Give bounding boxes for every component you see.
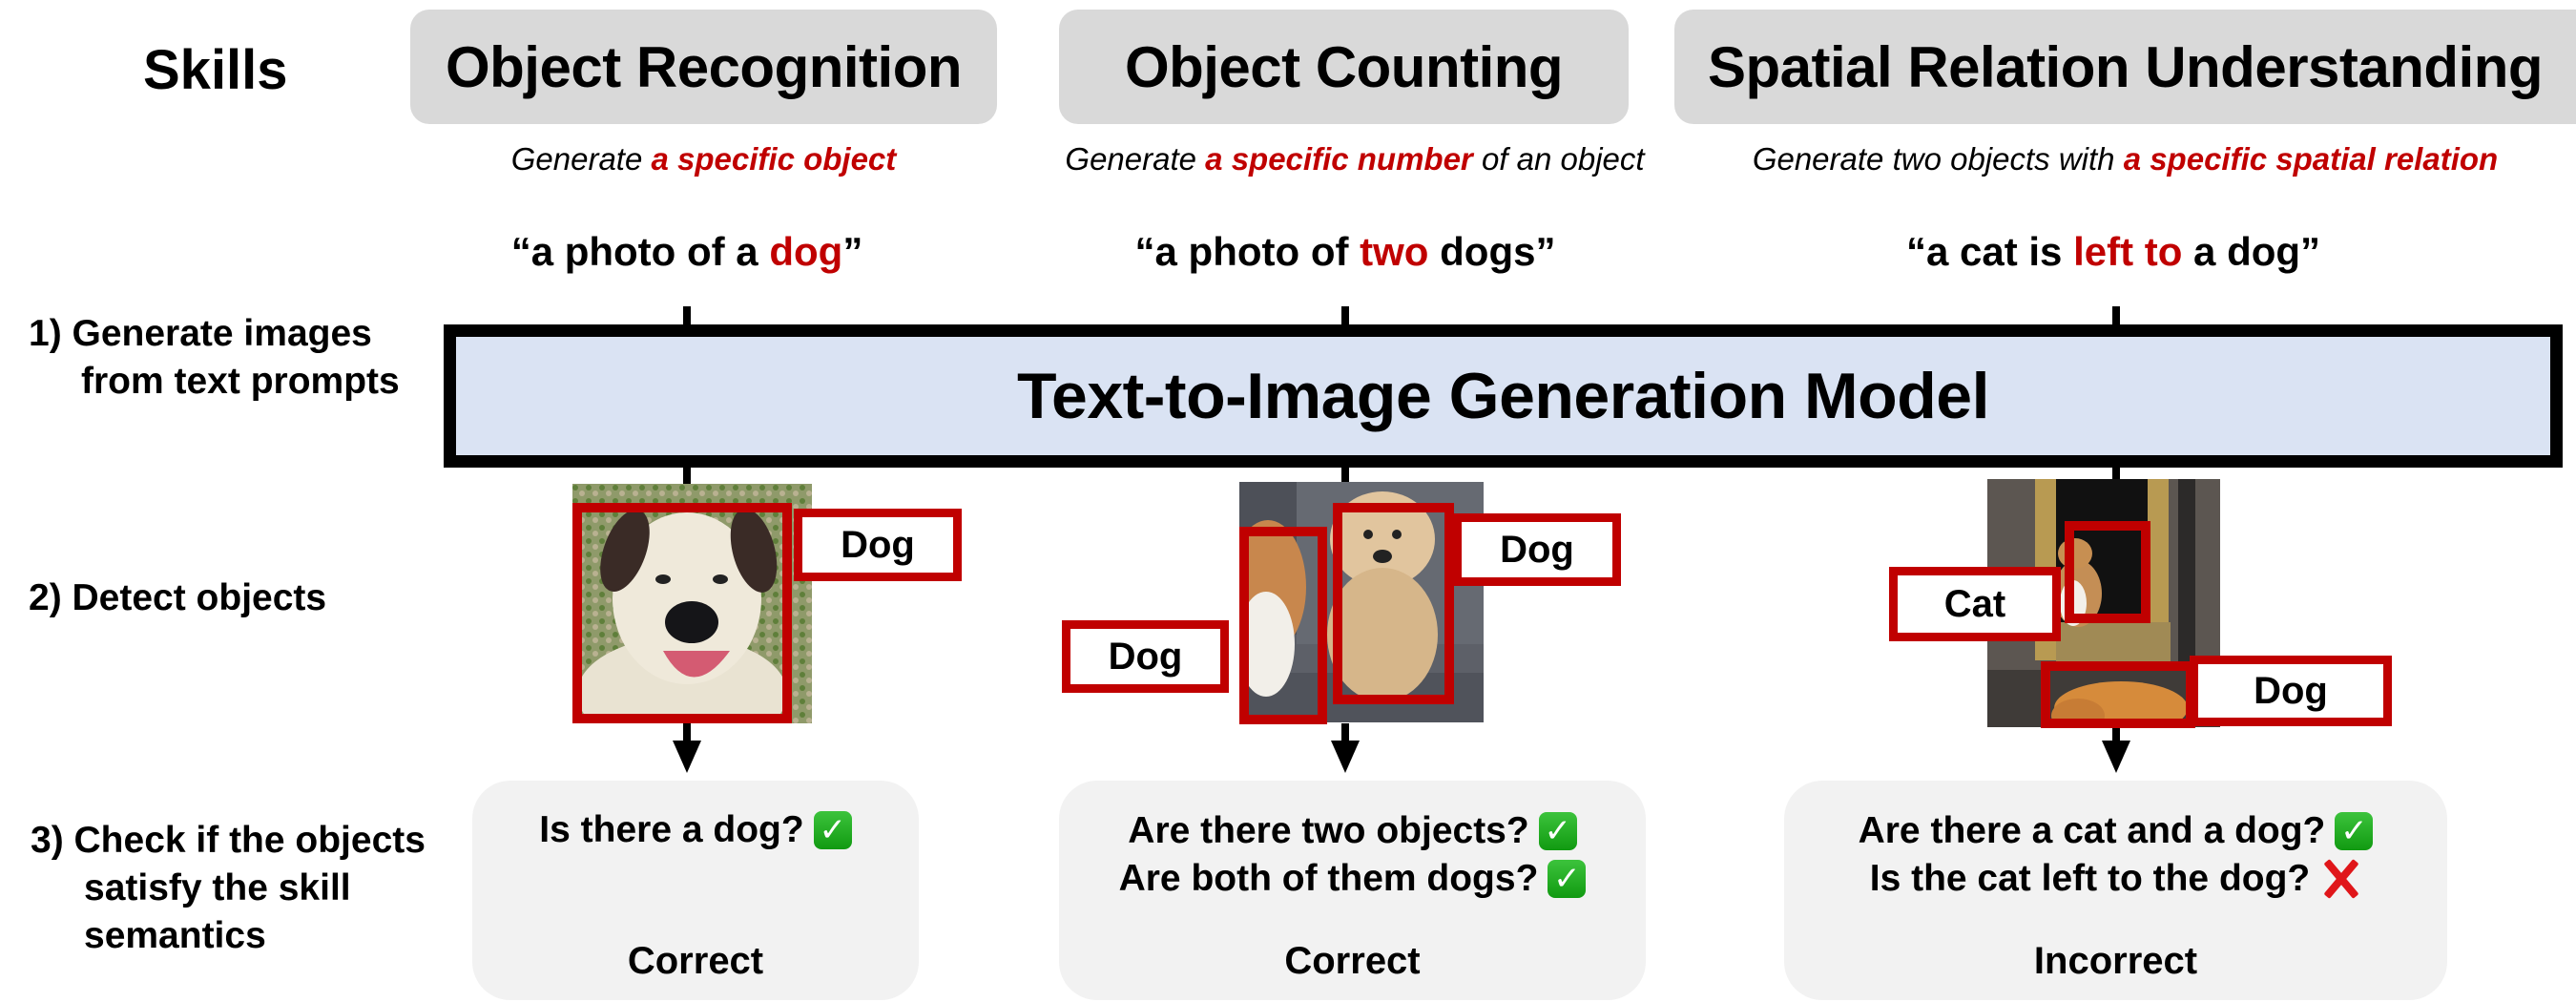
detection-label-dog: Dog	[2190, 656, 2392, 726]
prompt-text: a dog”	[2182, 229, 2321, 274]
prompt-highlight: dog	[769, 229, 843, 274]
step-1-label: 1) Generate images from text prompts	[29, 310, 400, 406]
check-icon: ✓	[1548, 860, 1587, 898]
prompt-object-counting: “a photo of two dogs”	[1059, 229, 1631, 275]
bounding-box-dog-left	[1239, 527, 1327, 724]
connector-line	[683, 467, 691, 486]
prompt-text: “a cat is	[1905, 229, 2074, 274]
step-2-label: 2) Detect objects	[29, 577, 327, 618]
detection-label-cat: Cat	[1889, 567, 2061, 641]
verdict-correct: Correct	[627, 940, 764, 982]
check-icon: ✓	[813, 811, 852, 849]
desc-text: Generate	[510, 141, 652, 177]
skill-desc-spatial-relation: Generate two objects with a specific spa…	[1674, 141, 2576, 177]
text-to-image-model-box: Text-to-Image Generation Model	[444, 324, 2563, 468]
skill-header-object-recognition: Object Recognition	[410, 10, 997, 124]
prompt-text: “a photo of a	[510, 229, 770, 274]
check-icon: ✓	[2335, 812, 2374, 850]
check-question: Are there two objects? ✓	[1059, 807, 1646, 855]
prompt-text: dogs”	[1428, 229, 1556, 274]
check-question: Is the cat left to the dog?	[1784, 855, 2447, 903]
step-1-line: 1) Generate images	[29, 313, 372, 354]
prompt-text: “a photo of	[1134, 229, 1361, 274]
detection-label-dog-left: Dog	[1062, 620, 1229, 693]
skill-header-spatial-relation: Spatial Relation Understanding	[1674, 10, 2576, 124]
bounding-box-dog	[572, 503, 792, 723]
arrow-down-icon	[2102, 741, 2130, 773]
prompt-highlight: left to	[2073, 229, 2183, 274]
step-3-line: satisfy the skill	[84, 867, 351, 908]
cross-icon	[2319, 858, 2361, 900]
check-icon: ✓	[1538, 812, 1577, 850]
desc-highlight: a specific object	[651, 141, 897, 177]
question-text: Is there a dog?	[539, 809, 804, 850]
detection-label-dog-right: Dog	[1453, 513, 1621, 586]
step-3-label: 3) Check if the objects satisfy the skil…	[31, 817, 426, 960]
result-box-spatial-relation: Are there a cat and a dog? ✓ Is the cat …	[1784, 781, 2447, 1000]
prompt-highlight: two	[1360, 229, 1429, 274]
desc-text: Generate	[1065, 141, 1206, 177]
skill-desc-object-recognition: Generate a specific object	[410, 141, 997, 177]
arrow-down-icon	[1331, 741, 1360, 773]
verdict-correct: Correct	[1284, 940, 1421, 982]
verdict-incorrect: Incorrect	[2033, 940, 2198, 982]
question-text: Are there two objects?	[1128, 810, 1529, 851]
connector-line	[2112, 467, 2120, 480]
question-text: Is the cat left to the dog?	[1869, 858, 2311, 899]
skill-header-object-counting: Object Counting	[1059, 10, 1629, 124]
desc-text: Generate two objects with	[1752, 141, 2124, 177]
bounding-box-cat	[2065, 521, 2150, 623]
skills-label: Skills	[143, 39, 288, 101]
desc-highlight: a specific number	[1205, 141, 1473, 177]
step-3-line: 3) Check if the objects	[31, 820, 426, 861]
bounding-box-dog-right	[1333, 503, 1454, 704]
result-box-object-counting: Are there two objects? ✓ Are both of the…	[1059, 781, 1646, 1000]
arrow-down-icon	[673, 741, 701, 773]
check-question: Is there a dog? ✓	[472, 806, 919, 854]
desc-highlight: a specific spatial relation	[2123, 141, 2499, 177]
result-box-object-recognition: Is there a dog? ✓ Correct	[472, 781, 919, 1000]
prompt-text: ”	[842, 229, 863, 274]
step-3-line: semantics	[84, 915, 266, 956]
question-text: Are there a cat and a dog?	[1858, 810, 2326, 851]
bounding-box-dog	[2041, 661, 2195, 728]
check-question: Are there a cat and a dog? ✓	[1784, 807, 2447, 855]
prompt-spatial-relation: “a cat is left to a dog”	[1827, 229, 2399, 275]
question-text: Are both of them dogs?	[1118, 858, 1539, 899]
detection-label-dog: Dog	[794, 509, 962, 581]
step-1-line: from text prompts	[81, 361, 400, 402]
check-question: Are both of them dogs? ✓	[1059, 855, 1646, 903]
skill-desc-object-counting: Generate a specific number of an object	[1030, 141, 1679, 177]
desc-text: of an object	[1472, 141, 1645, 177]
prompt-object-recognition: “a photo of a dog”	[401, 229, 973, 275]
